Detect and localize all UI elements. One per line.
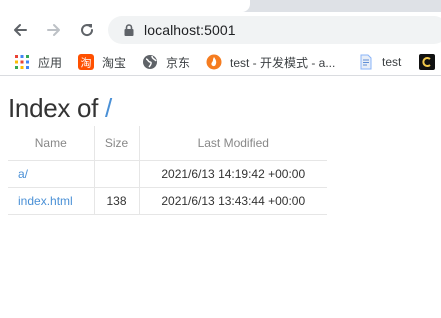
modified-cell: 2021/6/13 14:19:42 +00:00 xyxy=(161,166,306,181)
table-row: index.html 138 2021/6/13 13:43:44 +00:00 xyxy=(8,187,327,214)
bookmark-apps[interactable]: 应用 xyxy=(14,53,62,71)
bookmark-taobao[interactable]: 淘 淘宝 xyxy=(78,53,126,71)
modified-cell: 2021/6/13 13:43:44 +00:00 xyxy=(161,193,306,208)
svg-text:淘: 淘 xyxy=(81,57,92,70)
bookmark-overflow-icon[interactable] xyxy=(419,54,435,70)
name-cell: a/ xyxy=(8,160,95,187)
bookmark-label: test xyxy=(382,55,402,69)
back-arrow-icon xyxy=(14,24,27,36)
table-row: a/ 2021/6/13 14:19:42 +00:00 xyxy=(8,160,327,187)
reload-icon xyxy=(81,24,94,37)
column-size-header[interactable]: Size xyxy=(94,126,140,160)
flame-icon xyxy=(206,54,222,70)
column-name-header[interactable]: Name xyxy=(8,126,95,160)
back-button[interactable] xyxy=(8,18,32,42)
forward-button[interactable] xyxy=(42,18,66,42)
globe-icon xyxy=(142,54,158,70)
forward-arrow-icon xyxy=(47,24,60,36)
taobao-icon: 淘 xyxy=(78,54,94,70)
size-cell xyxy=(94,160,140,187)
column-modified-header[interactable]: Last Modified xyxy=(139,126,327,160)
page-content: Index of / Name Size Last Modified a/ 20… xyxy=(0,76,441,318)
bookmark-label: 淘宝 xyxy=(102,55,127,70)
bookmark-label: 京东 xyxy=(166,55,191,70)
bookmark-label: 应用 xyxy=(38,55,63,70)
root-path-link[interactable]: / xyxy=(105,93,112,123)
file-link[interactable]: a/ xyxy=(18,167,28,181)
apps-grid-icon xyxy=(14,54,30,70)
bookmark-label: test - 开发模式 - a... xyxy=(230,55,336,70)
reload-button[interactable] xyxy=(75,18,99,42)
size-cell: 138 xyxy=(94,187,140,214)
table-header-row: Name Size Last Modified xyxy=(8,126,327,160)
tab-strip xyxy=(0,0,441,12)
active-tab[interactable] xyxy=(0,0,250,12)
bookmarks-bar: 应用 淘 淘宝 京东 test - 开发模式 - a... test xyxy=(0,48,441,76)
bookmark-test[interactable]: test xyxy=(358,53,401,71)
file-link[interactable]: index.html xyxy=(18,194,73,208)
url-text[interactable]: localhost:5001 xyxy=(144,22,236,38)
address-bar[interactable]: localhost:5001 xyxy=(108,16,441,44)
directory-table: Name Size Last Modified a/ 2021/6/13 14:… xyxy=(8,126,327,215)
lock-icon[interactable] xyxy=(122,23,136,37)
page-title: Index of / xyxy=(8,93,112,124)
bookmark-jd[interactable]: 京东 xyxy=(142,53,190,71)
title-prefix: Index of xyxy=(8,93,106,123)
document-icon xyxy=(358,54,374,70)
browser-toolbar: localhost:5001 xyxy=(0,12,441,48)
bookmark-test-dev[interactable]: test - 开发模式 - a... xyxy=(206,53,335,71)
name-cell: index.html xyxy=(8,187,95,214)
